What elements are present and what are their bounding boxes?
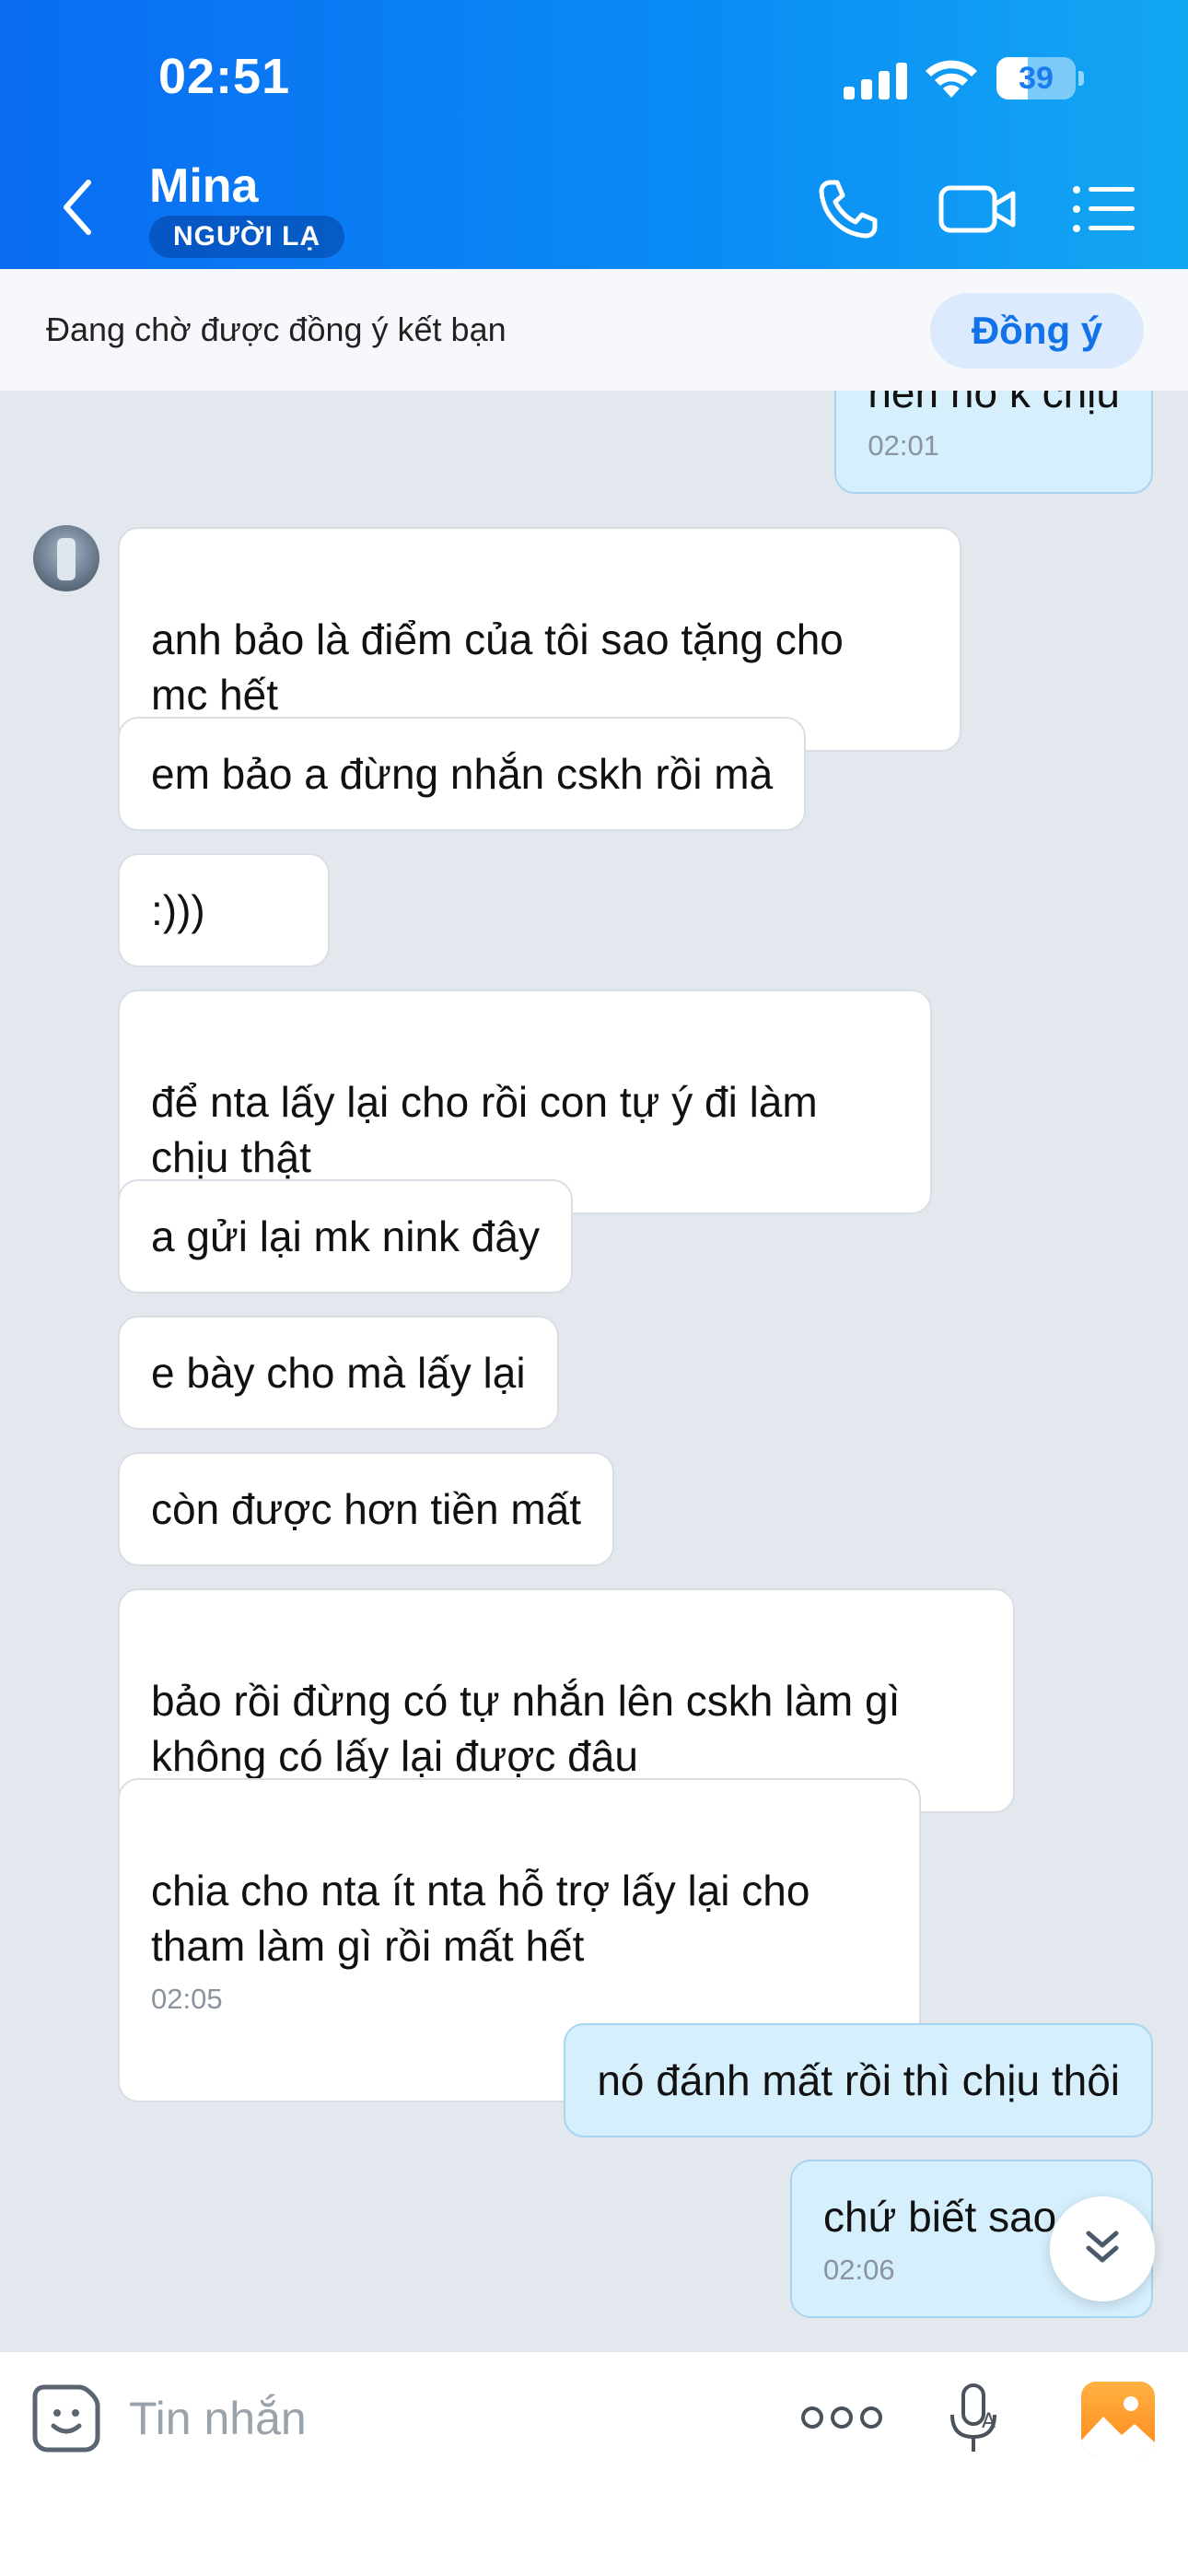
message-text: chứ biết sao (823, 2193, 1057, 2241)
message-bubble-outgoing[interactable]: nó đánh mất rồi thì chịu thôi (564, 2023, 1153, 2137)
accept-friend-button[interactable]: Đồng ý (930, 293, 1144, 369)
cellular-signal-icon (844, 63, 907, 100)
message-list[interactable]: nên nó k chịu 02:01 anh bảo là điểm của … (0, 391, 1188, 2351)
scroll-to-bottom-button[interactable] (1050, 2196, 1155, 2301)
photo-icon[interactable] (1081, 2382, 1155, 2455)
voice-icon[interactable]: A (945, 2382, 1004, 2455)
message-text: còn được hơn tiền mất (151, 1485, 582, 1533)
message-text: a gửi lại mk nink đây (151, 1212, 540, 1260)
sticker-icon[interactable] (31, 2383, 101, 2453)
svg-text:A: A (982, 2410, 996, 2433)
message-bubble-incoming[interactable]: em bảo a đừng nhắn cskh rồi mà (118, 717, 807, 831)
friend-request-text: Đang chờ được đồng ý kết bạn (46, 310, 507, 348)
message-bubble-incoming[interactable]: a gửi lại mk nink đây (118, 1179, 573, 1294)
wifi-icon (926, 60, 977, 98)
message-time: 02:01 (868, 429, 939, 462)
message-text: bảo rồi đừng có tự nhắn lên cskh làm gì … (151, 1677, 901, 1780)
message-composer: A (0, 2351, 1188, 2576)
chat-header: 02:51 39 Mina NGƯỜI LẠ (0, 0, 1188, 269)
stranger-badge: NGƯỜI LẠ (149, 216, 345, 258)
friend-request-bar: Đang chờ được đồng ý kết bạn Đồng ý (0, 269, 1188, 391)
message-text: nên nó k chịu (868, 391, 1120, 416)
more-icon[interactable] (798, 2396, 886, 2439)
battery-percent: 39 (1019, 61, 1054, 96)
avatar[interactable] (33, 525, 99, 591)
video-camera-icon[interactable] (938, 177, 1017, 241)
phone-icon[interactable] (816, 177, 880, 241)
chevron-double-down-icon (1086, 2231, 1119, 2263)
message-text: em bảo a đừng nhắn cskh rồi mà (151, 750, 774, 798)
message-text: nó đánh mất rồi thì chịu thôi (597, 2056, 1120, 2104)
message-bubble-incoming[interactable]: :))) (118, 853, 330, 967)
message-text: chia cho nta ít nta hỗ trợ lấy lại cho t… (151, 1867, 810, 1970)
list-menu-icon[interactable] (1070, 177, 1136, 241)
message-time: 02:05 (151, 1983, 223, 2015)
message-bubble-outgoing[interactable]: nên nó k chịu 02:01 (834, 391, 1153, 494)
back-icon[interactable] (55, 175, 101, 240)
status-time: 02:51 (158, 49, 291, 104)
message-bubble-incoming[interactable]: còn được hơn tiền mất (118, 1452, 615, 1566)
contact-name[interactable]: Mina (149, 158, 258, 214)
battery-indicator: 39 (996, 57, 1085, 100)
message-input[interactable] (129, 2380, 755, 2457)
message-text: anh bảo là điểm của tôi sao tặng cho mc … (151, 615, 844, 719)
message-text: để nta lấy lại cho rồi con tự ý đi làm c… (151, 1078, 818, 1181)
message-bubble-incoming[interactable]: e bày cho mà lấy lại (118, 1316, 559, 1430)
message-text: e bày cho mà lấy lại (151, 1349, 526, 1397)
message-text: :))) (151, 886, 205, 934)
